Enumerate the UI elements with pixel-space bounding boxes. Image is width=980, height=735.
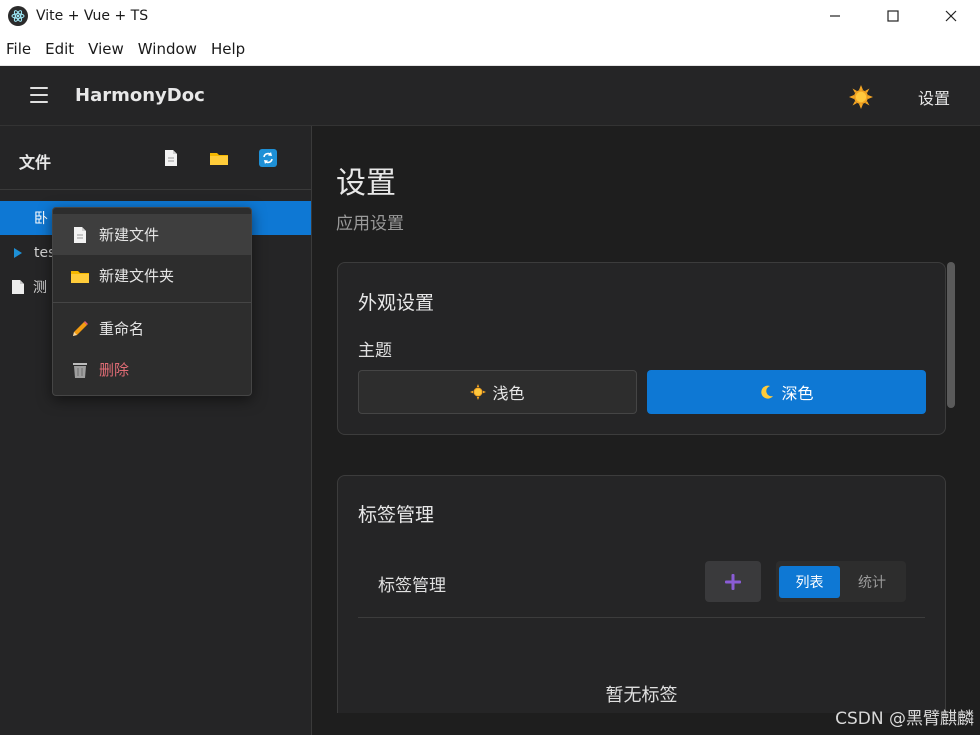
tags-title: 标签管理 xyxy=(358,504,435,526)
ctx-rename[interactable]: 重命名 xyxy=(53,308,251,349)
folder-icon xyxy=(71,270,89,283)
page-title: 设置 xyxy=(336,166,396,201)
ctx-delete[interactable]: 删除 xyxy=(53,349,251,390)
ctx-rename-label: 重命名 xyxy=(99,320,145,338)
sun-icon xyxy=(470,384,487,400)
appearance-card: 外观设置 主题 浅色 深色 xyxy=(337,262,946,435)
sidebar-title: 文件 xyxy=(19,153,52,172)
tags-card: 标签管理 标签管理 列表 统计 暂无标签 xyxy=(337,475,946,713)
watermark: CSDN @黑臂麒麟 xyxy=(835,709,974,729)
ctx-new-file[interactable]: 新建文件 xyxy=(53,214,251,255)
menu-edit[interactable]: Edit xyxy=(38,40,81,58)
ctx-new-folder[interactable]: 新建文件夹 xyxy=(53,255,251,296)
app-header: HarmonyDoc 设置 xyxy=(0,66,980,126)
maximize-button[interactable] xyxy=(864,0,922,32)
window-titlebar: Vite + Vue + TS xyxy=(0,0,980,32)
electron-icon xyxy=(8,6,28,26)
minimize-button[interactable] xyxy=(806,0,864,32)
menu-view[interactable]: View xyxy=(81,40,131,58)
menu-help[interactable]: Help xyxy=(204,40,252,58)
file-icon xyxy=(12,280,24,294)
ctx-new-folder-label: 新建文件夹 xyxy=(99,267,175,285)
tree-item-label: 卧 xyxy=(34,211,48,227)
new-file-icon xyxy=(74,226,86,243)
theme-toggle-sun-icon[interactable] xyxy=(848,84,874,110)
theme-dark-label: 深色 xyxy=(781,384,814,403)
new-folder-icon[interactable] xyxy=(209,148,229,168)
refresh-icon[interactable] xyxy=(258,148,278,168)
vertical-scrollbar[interactable] xyxy=(947,262,955,408)
minimize-icon xyxy=(830,15,840,17)
context-menu: 新建文件 新建文件夹 重命名 删除 xyxy=(52,207,252,396)
plus-icon xyxy=(725,573,741,590)
view-stats-button[interactable]: 统计 xyxy=(842,566,902,598)
pencil-icon xyxy=(73,320,88,336)
moon-icon xyxy=(761,385,774,399)
maximize-icon xyxy=(887,10,899,22)
ctx-new-file-label: 新建文件 xyxy=(99,226,160,244)
add-tag-button[interactable] xyxy=(705,561,761,602)
menu-window[interactable]: Window xyxy=(131,40,204,58)
window-title: Vite + Vue + TS xyxy=(36,8,149,24)
settings-link[interactable]: 设置 xyxy=(918,85,950,109)
theme-dark-button[interactable]: 深色 xyxy=(647,370,926,414)
ctx-separator xyxy=(53,302,251,303)
app-name: HarmonyDoc xyxy=(75,85,205,106)
tags-divider xyxy=(358,617,925,618)
view-list-button[interactable]: 列表 xyxy=(779,566,840,598)
appearance-title: 外观设置 xyxy=(358,292,435,314)
tags-view-toggle: 列表 统计 xyxy=(776,561,906,602)
caret-right-icon[interactable] xyxy=(13,248,23,258)
menu-file[interactable]: File xyxy=(0,40,38,58)
sidebar-header: 文件 xyxy=(0,126,311,190)
ctx-delete-label: 删除 xyxy=(99,361,130,379)
tree-item-label: 测 xyxy=(33,280,47,296)
settings-panel: 设置 应用设置 外观设置 主题 浅色 深色 标签管理 标签管理 列表 统计 暂无… xyxy=(312,126,980,713)
theme-light-button[interactable]: 浅色 xyxy=(358,370,637,414)
theme-label: 主题 xyxy=(358,341,392,361)
close-window-button[interactable] xyxy=(922,0,980,32)
menu-bar: File Edit View Window Help xyxy=(0,32,980,66)
tags-row-label: 标签管理 xyxy=(378,576,446,596)
theme-light-label: 浅色 xyxy=(492,384,525,403)
new-file-icon[interactable] xyxy=(161,148,181,168)
hamburger-menu-icon[interactable] xyxy=(30,87,48,103)
page-subtitle: 应用设置 xyxy=(336,214,404,234)
trash-icon xyxy=(73,362,87,378)
close-icon xyxy=(945,10,957,22)
